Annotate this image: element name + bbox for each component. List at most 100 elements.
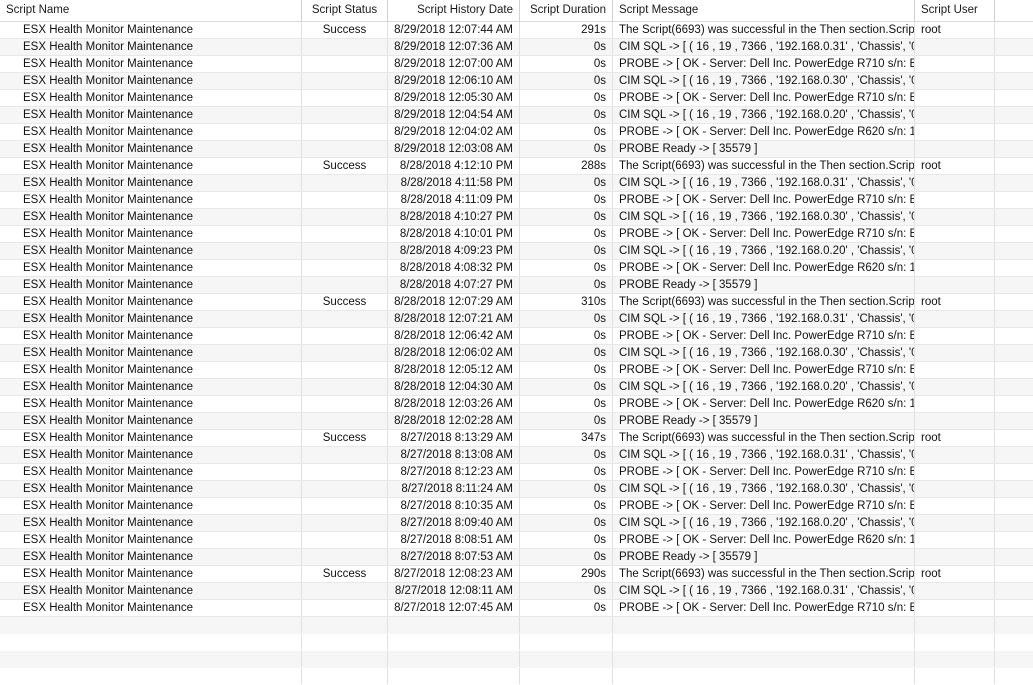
table-row[interactable]: ESX Health Monitor Maintenance 8/28/2018 … bbox=[0, 209, 1033, 226]
cell-script-history-date: 8/28/2018 12:06:02 AM bbox=[388, 345, 520, 361]
table-row[interactable]: ESX Health Monitor Maintenance 8/27/2018 … bbox=[0, 549, 1033, 566]
cell-script-status bbox=[302, 600, 388, 616]
cell-script-history-date: 8/28/2018 4:11:58 PM bbox=[388, 175, 520, 191]
table-row[interactable]: ESX Health Monitor Maintenance 8/29/2018 … bbox=[0, 107, 1033, 124]
cell-tail bbox=[995, 447, 1033, 463]
column-header-tail[interactable] bbox=[995, 0, 1033, 21]
cell-script-message: PROBE -> [ OK - Server: Dell Inc. PowerE… bbox=[613, 600, 915, 616]
cell-script-history-date: 8/28/2018 12:02:28 AM bbox=[388, 413, 520, 429]
cell-script-message: PROBE -> [ OK - Server: Dell Inc. PowerE… bbox=[613, 532, 915, 548]
cell-script-duration: 0s bbox=[520, 600, 613, 616]
cell-script-history-date: 8/28/2018 4:12:10 PM bbox=[388, 158, 520, 174]
cell-script-message: CIM SQL -> [ ( 16 , 19 , 7366 , '192.168… bbox=[613, 345, 915, 361]
table-row[interactable]: ESX Health Monitor Maintenance 8/27/2018 … bbox=[0, 583, 1033, 600]
table-row[interactable] bbox=[0, 651, 1033, 668]
cell-script-status bbox=[302, 141, 388, 157]
table-row[interactable]: ESX Health Monitor Maintenance 8/27/2018 … bbox=[0, 464, 1033, 481]
table-row[interactable]: ESX Health Monitor Maintenance 8/28/2018 … bbox=[0, 226, 1033, 243]
cell-script-duration: 0s bbox=[520, 345, 613, 361]
table-row[interactable]: ESX Health Monitor Maintenance Success 8/2… bbox=[0, 22, 1033, 39]
cell-script-status bbox=[302, 549, 388, 565]
cell-script-duration: 347s bbox=[520, 430, 613, 446]
table-row[interactable]: ESX Health Monitor Maintenance 8/28/2018 … bbox=[0, 362, 1033, 379]
cell-script-duration: 0s bbox=[520, 379, 613, 395]
cell-script-history-date: 8/28/2018 4:10:01 PM bbox=[388, 226, 520, 242]
table-row[interactable] bbox=[0, 634, 1033, 651]
table-row[interactable]: ESX Health Monitor Maintenance 8/28/2018 … bbox=[0, 396, 1033, 413]
cell-script-status bbox=[302, 243, 388, 259]
table-row[interactable]: ESX Health Monitor Maintenance 8/28/2018 … bbox=[0, 345, 1033, 362]
cell-tail bbox=[995, 634, 1033, 650]
cell-tail bbox=[995, 107, 1033, 123]
table-row[interactable]: ESX Health Monitor Maintenance 8/27/2018 … bbox=[0, 498, 1033, 515]
cell-script-status bbox=[302, 226, 388, 242]
cell-tail bbox=[995, 617, 1033, 633]
cell-script-user bbox=[915, 396, 995, 412]
table-row[interactable]: ESX Health Monitor Maintenance 8/28/2018 … bbox=[0, 260, 1033, 277]
table-row[interactable]: ESX Health Monitor Maintenance 8/29/2018 … bbox=[0, 39, 1033, 56]
cell-script-history-date: 8/29/2018 12:07:00 AM bbox=[388, 56, 520, 72]
table-row[interactable]: ESX Health Monitor Maintenance 8/27/2018 … bbox=[0, 600, 1033, 617]
table-row[interactable]: ESX Health Monitor Maintenance 8/28/2018 … bbox=[0, 311, 1033, 328]
cell-tail bbox=[995, 73, 1033, 89]
cell-script-name bbox=[0, 634, 302, 650]
table-row[interactable]: ESX Health Monitor Maintenance Success 8/2… bbox=[0, 158, 1033, 175]
cell-script-history-date: 8/28/2018 12:05:12 AM bbox=[388, 362, 520, 378]
column-header-script-message[interactable]: Script Message bbox=[613, 0, 915, 21]
table-row[interactable]: ESX Health Monitor Maintenance Success 8/2… bbox=[0, 566, 1033, 583]
cell-tail bbox=[995, 379, 1033, 395]
table-row[interactable]: ESX Health Monitor Maintenance 8/27/2018 … bbox=[0, 481, 1033, 498]
cell-script-name: ESX Health Monitor Maintenance bbox=[0, 379, 302, 395]
cell-script-name: ESX Health Monitor Maintenance bbox=[0, 345, 302, 361]
cell-script-status bbox=[302, 515, 388, 531]
column-header-script-duration[interactable]: Script Duration bbox=[520, 0, 613, 21]
cell-script-name: ESX Health Monitor Maintenance bbox=[0, 56, 302, 72]
table-row[interactable]: ESX Health Monitor Maintenance 8/28/2018 … bbox=[0, 277, 1033, 294]
cell-tail bbox=[995, 345, 1033, 361]
table-row[interactable]: ESX Health Monitor Maintenance Success 8/2… bbox=[0, 294, 1033, 311]
cell-script-duration: 310s bbox=[520, 294, 613, 310]
cell-tail bbox=[995, 430, 1033, 446]
cell-script-status bbox=[302, 124, 388, 140]
column-header-script-user[interactable]: Script User bbox=[915, 0, 995, 21]
table-row[interactable]: ESX Health Monitor Maintenance Success 8/2… bbox=[0, 430, 1033, 447]
table-row[interactable]: ESX Health Monitor Maintenance 8/27/2018 … bbox=[0, 447, 1033, 464]
cell-script-user bbox=[915, 311, 995, 327]
table-row[interactable] bbox=[0, 668, 1033, 685]
cell-script-user bbox=[915, 413, 995, 429]
table-row[interactable]: ESX Health Monitor Maintenance 8/28/2018 … bbox=[0, 328, 1033, 345]
cell-script-status: Success bbox=[302, 22, 388, 38]
table-row[interactable]: ESX Health Monitor Maintenance 8/28/2018 … bbox=[0, 413, 1033, 430]
cell-script-history-date bbox=[388, 634, 520, 650]
table-row[interactable]: ESX Health Monitor Maintenance 8/29/2018 … bbox=[0, 73, 1033, 90]
table-row[interactable]: ESX Health Monitor Maintenance 8/29/2018 … bbox=[0, 141, 1033, 158]
table-row[interactable]: ESX Health Monitor Maintenance 8/28/2018 … bbox=[0, 175, 1033, 192]
column-header-script-status[interactable]: Script Status bbox=[302, 0, 388, 21]
cell-tail bbox=[995, 532, 1033, 548]
table-row[interactable]: ESX Health Monitor Maintenance 8/29/2018 … bbox=[0, 90, 1033, 107]
cell-script-status bbox=[302, 668, 388, 684]
table-row[interactable]: ESX Health Monitor Maintenance 8/28/2018 … bbox=[0, 243, 1033, 260]
cell-script-status bbox=[302, 260, 388, 276]
table-row[interactable]: ESX Health Monitor Maintenance 8/28/2018 … bbox=[0, 192, 1033, 209]
cell-script-user bbox=[915, 73, 995, 89]
column-header-script-history-date[interactable]: Script History Date bbox=[388, 0, 520, 21]
cell-script-duration: 0s bbox=[520, 498, 613, 514]
cell-script-user bbox=[915, 345, 995, 361]
cell-script-user bbox=[915, 498, 995, 514]
cell-script-status bbox=[302, 532, 388, 548]
table-row[interactable]: ESX Health Monitor Maintenance 8/27/2018 … bbox=[0, 515, 1033, 532]
column-header-script-name[interactable]: Script Name bbox=[0, 0, 302, 21]
cell-script-name: ESX Health Monitor Maintenance bbox=[0, 175, 302, 191]
table-row[interactable]: ESX Health Monitor Maintenance 8/29/2018 … bbox=[0, 56, 1033, 73]
table-row[interactable]: ESX Health Monitor Maintenance 8/29/2018 … bbox=[0, 124, 1033, 141]
table-row[interactable]: ESX Health Monitor Maintenance 8/28/2018 … bbox=[0, 379, 1033, 396]
table-row[interactable] bbox=[0, 617, 1033, 634]
cell-script-duration: 0s bbox=[520, 515, 613, 531]
table-row[interactable]: ESX Health Monitor Maintenance 8/27/2018 … bbox=[0, 532, 1033, 549]
script-history-grid: Script Name Script Status Script History… bbox=[0, 0, 1033, 685]
cell-script-user: root bbox=[915, 158, 995, 174]
cell-script-user bbox=[915, 226, 995, 242]
cell-script-duration: 0s bbox=[520, 362, 613, 378]
cell-script-duration: 0s bbox=[520, 73, 613, 89]
